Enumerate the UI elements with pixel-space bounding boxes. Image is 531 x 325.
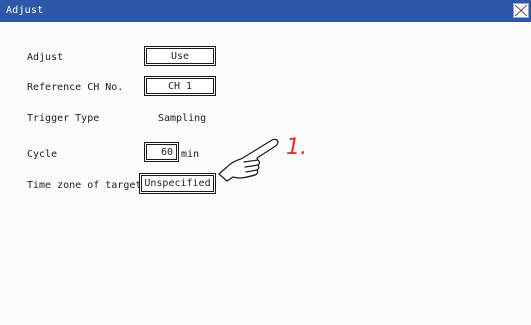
cycle-input[interactable]: 60 <box>144 142 179 162</box>
close-x-icon <box>514 4 528 17</box>
reference-ch-button[interactable]: CH 1 <box>144 76 216 96</box>
time-zone-button[interactable]: Unspecified <box>139 173 216 194</box>
trigger-type-label: Trigger Type <box>27 113 100 124</box>
time-zone-value: Unspecified <box>141 175 214 192</box>
reference-ch-label: Reference CH No. <box>27 82 124 93</box>
adjust-use-button[interactable]: Use <box>144 46 216 66</box>
trigger-type-value: Sampling <box>158 113 207 124</box>
cycle-unit: min <box>181 149 200 160</box>
adjust-label: Adjust <box>27 52 64 63</box>
window-title: Adjust <box>6 5 44 16</box>
close-button[interactable] <box>513 3 529 18</box>
adjust-window: Adjust Adjust Use Reference CH No. CH 1 … <box>0 0 531 325</box>
adjust-value: Use <box>146 48 214 64</box>
reference-ch-value: CH 1 <box>146 78 214 94</box>
title-bar: Adjust <box>0 0 531 22</box>
cycle-value: 60 <box>146 144 177 160</box>
cycle-label: Cycle <box>27 149 58 160</box>
time-zone-label: Time zone of target <box>27 180 142 191</box>
step-number-annotation: 1. <box>286 135 307 160</box>
pointing-hand-icon <box>218 138 279 182</box>
